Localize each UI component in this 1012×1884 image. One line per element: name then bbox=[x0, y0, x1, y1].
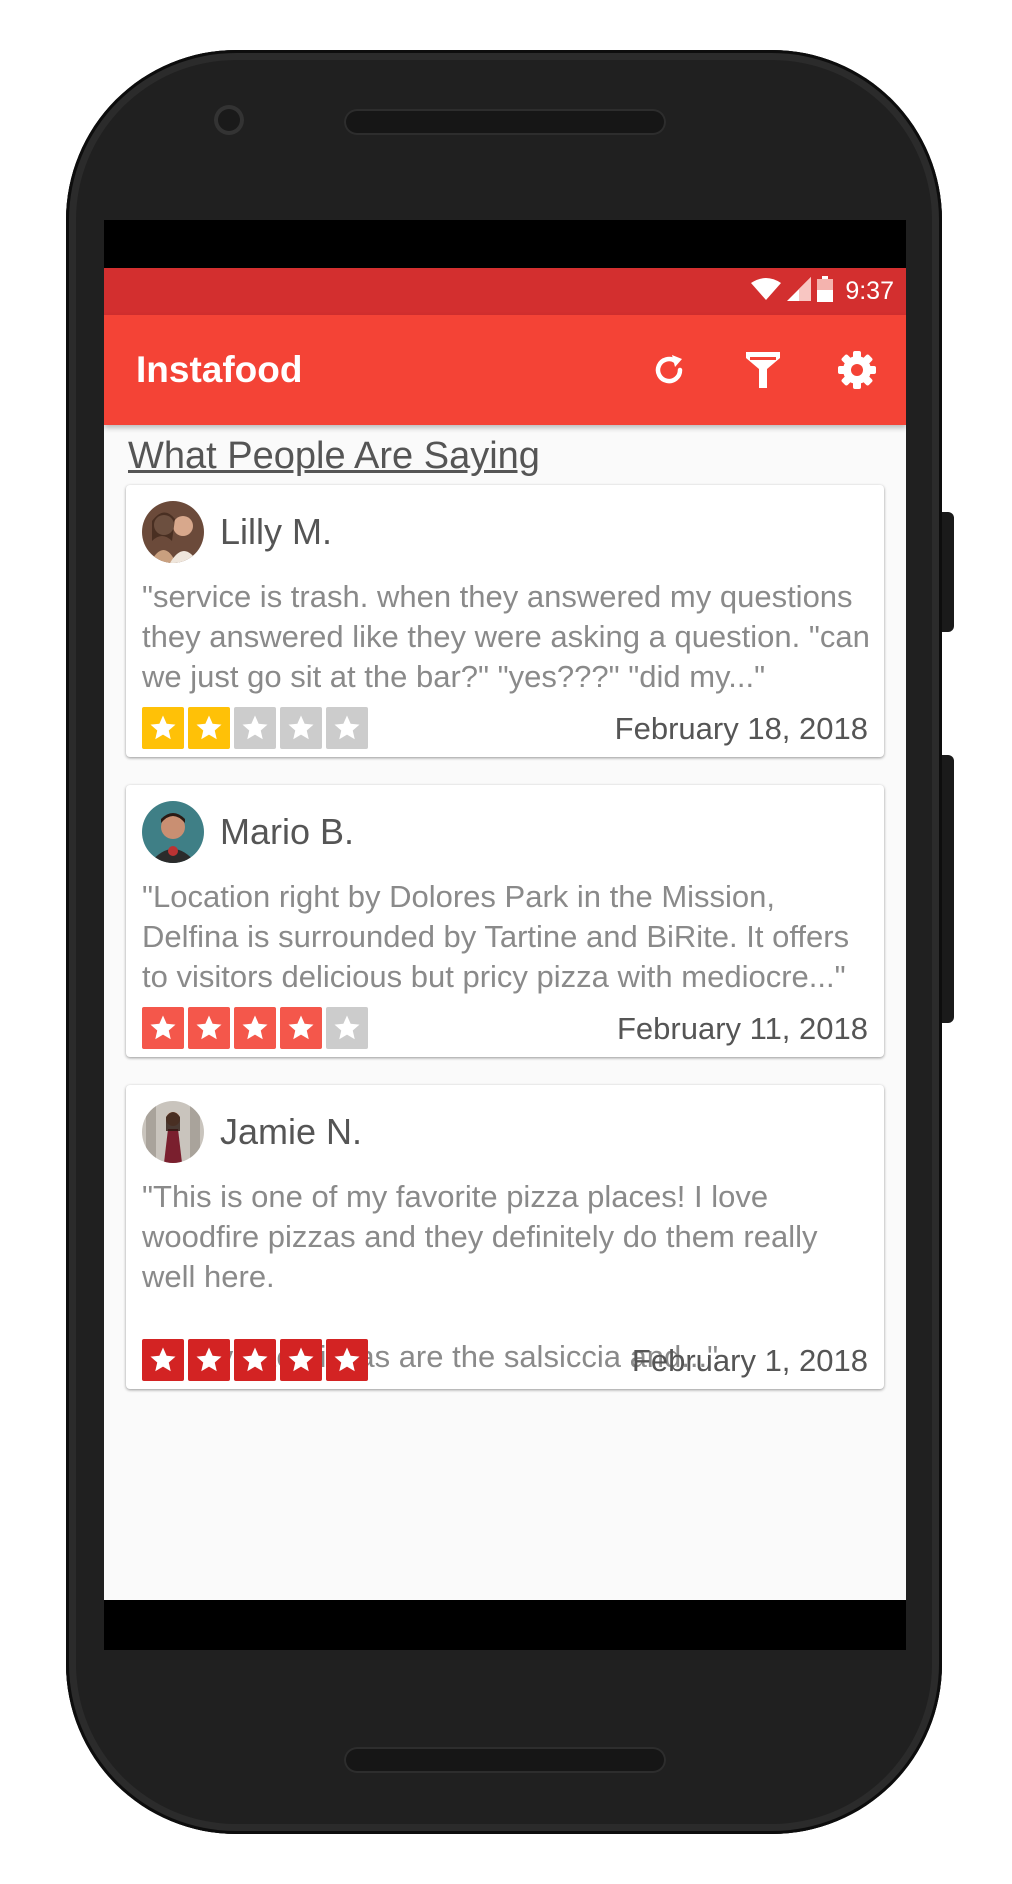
star-icon bbox=[280, 1007, 322, 1049]
star-icon bbox=[188, 707, 230, 749]
star-empty-icon bbox=[326, 1007, 368, 1049]
avatar bbox=[142, 801, 204, 863]
star-rating bbox=[142, 1339, 368, 1381]
status-time: 9:37 bbox=[845, 277, 894, 305]
screen: 9:37 Instafood What People Are Saying Li… bbox=[104, 220, 906, 1650]
star-icon bbox=[234, 1339, 276, 1381]
star-icon bbox=[188, 1007, 230, 1049]
battery-icon bbox=[817, 276, 834, 307]
review-card[interactable]: Mario B. "Location right by Dolores Park… bbox=[126, 785, 884, 1057]
settings-button[interactable] bbox=[828, 343, 886, 401]
navigation-bar bbox=[104, 1600, 906, 1650]
star-icon bbox=[188, 1339, 230, 1381]
review-date: February 18, 2018 bbox=[614, 711, 868, 746]
avatar bbox=[142, 1101, 204, 1163]
filter-icon bbox=[743, 349, 783, 396]
star-icon bbox=[326, 1339, 368, 1381]
refresh-icon bbox=[649, 350, 689, 395]
star-icon bbox=[142, 1339, 184, 1381]
star-icon bbox=[234, 1007, 276, 1049]
star-rating bbox=[142, 1007, 368, 1049]
signal-icon bbox=[787, 277, 812, 306]
review-text: "service is trash. when they answered my… bbox=[142, 579, 879, 694]
review-card[interactable]: Jamie N. "This is one of my favorite piz… bbox=[126, 1085, 884, 1389]
review-date: February 11, 2018 bbox=[616, 1011, 868, 1046]
app-bar: Instafood bbox=[104, 315, 906, 425]
star-rating bbox=[142, 707, 368, 749]
star-icon bbox=[280, 1339, 322, 1381]
star-empty-icon bbox=[280, 707, 322, 749]
reviewer-name: Jamie N. bbox=[220, 1111, 363, 1152]
filter-button[interactable] bbox=[734, 343, 792, 401]
wifi-icon bbox=[751, 277, 782, 306]
star-icon bbox=[142, 707, 184, 749]
reviewer-name: Lilly M. bbox=[220, 511, 333, 552]
review-text: "Location right by Dolores Park in the M… bbox=[142, 879, 858, 994]
settings-icon bbox=[837, 350, 877, 395]
review-card[interactable]: Lilly M. "service is trash. when they an… bbox=[126, 485, 884, 757]
status-bar: 9:37 bbox=[104, 268, 906, 315]
star-empty-icon bbox=[326, 707, 368, 749]
bottom-speaker bbox=[344, 1747, 666, 1773]
front-camera bbox=[214, 105, 244, 135]
reviews-list[interactable]: What People Are Saying Lilly M. "service… bbox=[104, 425, 906, 1600]
reviewer-name: Mario B. bbox=[220, 811, 355, 852]
review-date: February 1, 2018 bbox=[631, 1343, 868, 1378]
volume-button bbox=[942, 755, 954, 1023]
star-empty-icon bbox=[234, 707, 276, 749]
star-icon bbox=[142, 1007, 184, 1049]
refresh-button[interactable] bbox=[640, 343, 698, 401]
avatar bbox=[142, 501, 204, 563]
app-title: Instafood bbox=[136, 349, 303, 390]
power-button bbox=[942, 512, 954, 632]
earpiece-speaker bbox=[344, 109, 666, 135]
section-title: What People Are Saying bbox=[128, 435, 540, 477]
